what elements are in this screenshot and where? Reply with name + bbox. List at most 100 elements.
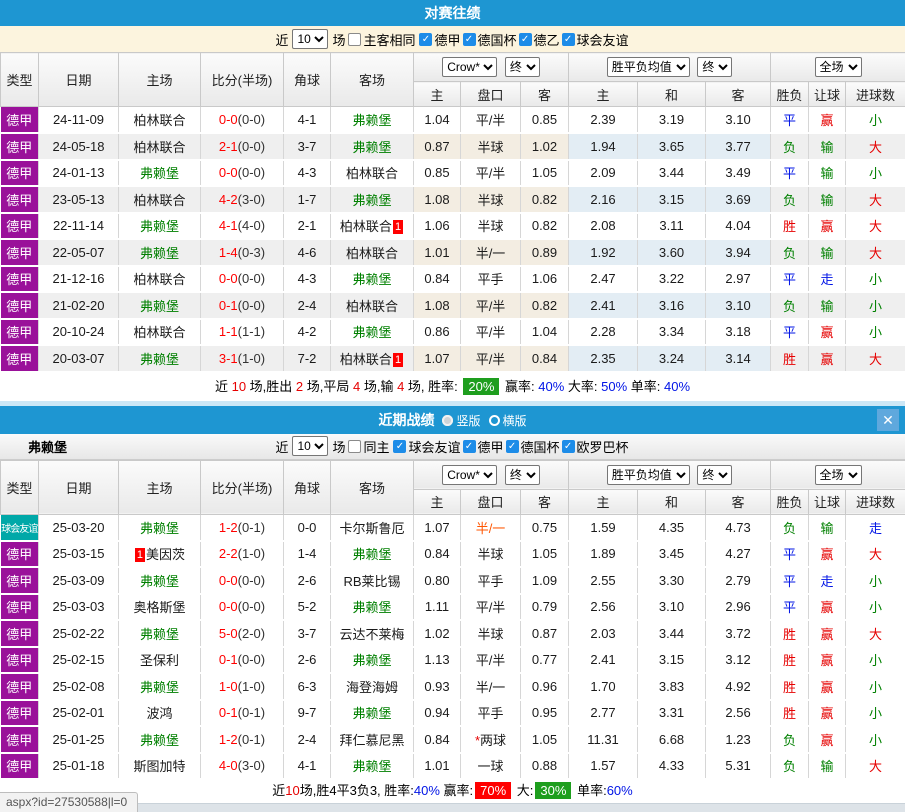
score-cell: 5-0(2-0) bbox=[201, 620, 284, 647]
team-name-text: 弗赖堡 bbox=[352, 113, 391, 128]
avg-type-select[interactable]: 胜平负均值 bbox=[607, 57, 690, 77]
checkbox-icon[interactable]: ✓ bbox=[562, 440, 575, 453]
scope-select[interactable]: 全场 bbox=[815, 57, 862, 77]
home-team-cell: 弗赖堡 bbox=[119, 726, 201, 753]
checkbox-icon[interactable] bbox=[348, 33, 361, 46]
handicap-result-cell: 走 bbox=[809, 567, 846, 594]
odds-stage-select[interactable]: 终 bbox=[505, 465, 540, 485]
same-venue-checkbox-item[interactable]: 主客相同 bbox=[348, 30, 415, 49]
goals-result-cell: 大 bbox=[846, 239, 905, 266]
home-team-cell: 柏林联合 bbox=[119, 319, 201, 346]
checkbox-icon[interactable]: ✓ bbox=[463, 440, 476, 453]
avg-stage-select[interactable]: 终 bbox=[697, 465, 732, 485]
h2h-summary: 近 10 场,胜出 2 场,平局 4 场,输 4 场, 胜率: 20% 赢率: … bbox=[0, 373, 905, 401]
checkbox-icon[interactable]: ✓ bbox=[463, 33, 476, 46]
league-type-cell: 德甲 bbox=[1, 567, 39, 594]
avg-stage-select[interactable]: 终 bbox=[697, 57, 732, 77]
avg-draw-cell: 3.19 bbox=[638, 107, 706, 134]
date-cell: 25-03-15 bbox=[39, 541, 119, 568]
radio-horizontal-label[interactable]: 横版 bbox=[503, 414, 527, 428]
home-team-cell: 斯图加特 bbox=[119, 753, 201, 780]
checkbox-icon[interactable]: ✓ bbox=[519, 33, 532, 46]
result-cell: 负 bbox=[771, 753, 809, 780]
handicap-result-cell: 赢 bbox=[809, 213, 846, 240]
league-checkbox-item[interactable]: ✓球会友谊 bbox=[562, 30, 629, 49]
red-card-badge: 1 bbox=[393, 220, 403, 234]
radio-vertical-layout[interactable] bbox=[442, 415, 453, 426]
league-type-cell: 德甲 bbox=[1, 594, 39, 621]
table-row: 德甲21-12-16柏林联合0-0(0-0)4-3弗赖堡0.84平手1.062.… bbox=[1, 266, 905, 293]
goals-result-cell: 小 bbox=[846, 726, 905, 753]
same-home-checkbox-item[interactable]: 同主 bbox=[348, 437, 389, 456]
subcol-result: 胜负 bbox=[771, 82, 809, 107]
date-cell: 25-02-01 bbox=[39, 700, 119, 727]
recent-count-select[interactable]: 10 bbox=[292, 29, 328, 49]
recent-count-select[interactable]: 10 bbox=[292, 436, 328, 456]
team-name-text: 美因茨 bbox=[146, 547, 185, 562]
checkbox-icon[interactable]: ✓ bbox=[562, 33, 575, 46]
date-cell: 24-05-18 bbox=[39, 133, 119, 160]
league-checkbox-item[interactable]: ✓球会友谊 bbox=[393, 437, 460, 456]
checkbox-icon[interactable]: ✓ bbox=[419, 33, 432, 46]
league-checkbox-item[interactable]: ✓德甲 bbox=[419, 30, 460, 49]
result-cell: 胜 bbox=[771, 700, 809, 727]
team-name-text: 海登海姆 bbox=[346, 680, 398, 695]
handicap-line-cell: 半球 bbox=[461, 541, 521, 568]
col-score: 比分(半场) bbox=[201, 460, 284, 514]
odds-home-cell: 1.01 bbox=[414, 753, 461, 780]
league-checkbox-item[interactable]: ✓德甲 bbox=[463, 437, 504, 456]
result-cell: 平 bbox=[771, 594, 809, 621]
avg-away-cell: 2.79 bbox=[706, 567, 771, 594]
home-team-cell: 1美因茨 bbox=[119, 541, 201, 568]
odds-provider-select[interactable]: Crow* bbox=[442, 465, 497, 485]
team-name-text: 柏林联合 bbox=[133, 113, 185, 128]
league-checkbox-item[interactable]: ✓德国杯 bbox=[506, 437, 560, 456]
corner-cell: 2-4 bbox=[284, 726, 331, 753]
team-name-text: 弗赖堡 bbox=[140, 521, 179, 536]
league-type-cell: 球会友谊 bbox=[1, 514, 39, 541]
team-name-text: 弗赖堡 bbox=[352, 193, 391, 208]
avg-type-select[interactable]: 胜平负均值 bbox=[607, 465, 690, 485]
league-checkbox-item[interactable]: ✓欧罗巴杯 bbox=[562, 437, 629, 456]
league-checkbox-item[interactable]: ✓德国杯 bbox=[463, 30, 517, 49]
home-team-cell: 圣保利 bbox=[119, 647, 201, 674]
corner-cell: 0-0 bbox=[284, 514, 331, 541]
away-team-cell: RB莱比锡 bbox=[331, 567, 414, 594]
date-cell: 21-12-16 bbox=[39, 266, 119, 293]
subcol-avg-draw: 和 bbox=[638, 82, 706, 107]
radio-horizontal-layout[interactable] bbox=[489, 415, 500, 426]
odds-away-cell: 0.77 bbox=[521, 647, 569, 674]
close-button[interactable]: ✕ bbox=[877, 409, 899, 431]
result-cell: 负 bbox=[771, 292, 809, 319]
odds-away-cell: 0.87 bbox=[521, 620, 569, 647]
handicap-line-cell: 半/一 bbox=[461, 514, 521, 541]
recent-filter-controls: 近 10 场 同主 ✓球会友谊✓德甲✓德国杯✓欧罗巴杯 bbox=[273, 436, 631, 456]
recent-section: 近期战绩竖版横版 ✕ 弗赖堡 近 10 场 同主 ✓球会友谊✓德甲✓德国杯✓欧罗… bbox=[0, 406, 905, 804]
team-name-text: 弗赖堡 bbox=[140, 733, 179, 748]
goals-result-cell: 小 bbox=[846, 700, 905, 727]
league-type-cell: 德甲 bbox=[1, 541, 39, 568]
odds-away-cell: 1.09 bbox=[521, 567, 569, 594]
avg-away-cell: 4.73 bbox=[706, 514, 771, 541]
avg-draw-cell: 3.44 bbox=[638, 620, 706, 647]
avg-draw-cell: 3.65 bbox=[638, 133, 706, 160]
checkbox-icon[interactable] bbox=[348, 440, 361, 453]
scope-select[interactable]: 全场 bbox=[815, 465, 862, 485]
handicap-result-cell: 赢 bbox=[809, 700, 846, 727]
table-row: 德甲25-03-151美因茨2-2(1-0)1-4弗赖堡0.84半球1.051.… bbox=[1, 541, 905, 568]
home-team-cell: 弗赖堡 bbox=[119, 620, 201, 647]
checkbox-icon[interactable]: ✓ bbox=[393, 440, 406, 453]
radio-vertical-label[interactable]: 竖版 bbox=[456, 414, 480, 428]
checkbox-icon[interactable]: ✓ bbox=[506, 440, 519, 453]
subcol-avg-draw: 和 bbox=[638, 489, 706, 514]
odds-provider-select[interactable]: Crow* bbox=[442, 57, 497, 77]
odds-stage-select[interactable]: 终 bbox=[505, 57, 540, 77]
league-checkbox-item[interactable]: ✓德乙 bbox=[519, 30, 560, 49]
avg-home-cell: 1.59 bbox=[569, 514, 638, 541]
team-name-text: 弗赖堡 bbox=[140, 166, 179, 181]
summary-text: 赢率: bbox=[440, 783, 473, 798]
team-name-text: RB莱比锡 bbox=[343, 574, 400, 589]
away-team-cell: 海登海姆 bbox=[331, 673, 414, 700]
handicap-line-cell: 半球 bbox=[461, 186, 521, 213]
scope-group-header: 全场 bbox=[771, 53, 905, 82]
